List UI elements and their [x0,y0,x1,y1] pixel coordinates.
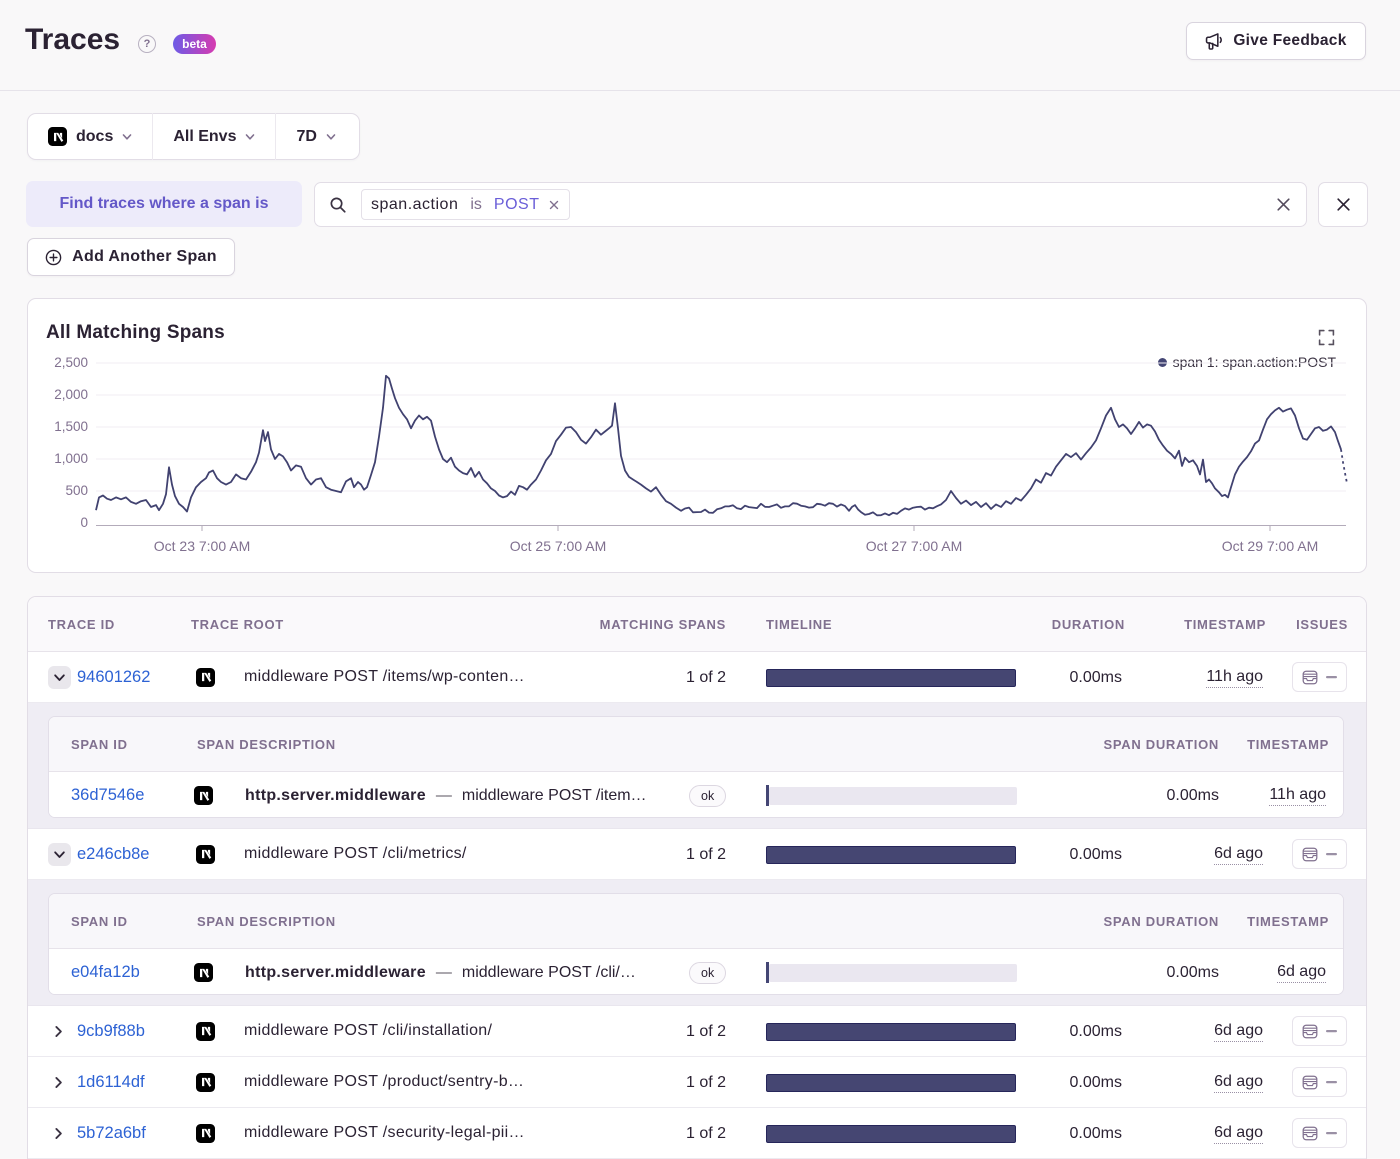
svg-text:Oct 27 7:00 AM: Oct 27 7:00 AM [866,538,963,554]
svg-text:2,000: 2,000 [54,387,88,402]
svg-text:500: 500 [65,483,88,498]
svg-text:2,500: 2,500 [54,355,88,370]
svg-text:0: 0 [80,515,88,530]
svg-text:1,500: 1,500 [54,419,88,434]
svg-text:1,000: 1,000 [54,451,88,466]
svg-text:Oct 25 7:00 AM: Oct 25 7:00 AM [510,538,607,554]
svg-text:Oct 29 7:00 AM: Oct 29 7:00 AM [1222,538,1319,554]
svg-text:Oct 23 7:00 AM: Oct 23 7:00 AM [154,538,251,554]
